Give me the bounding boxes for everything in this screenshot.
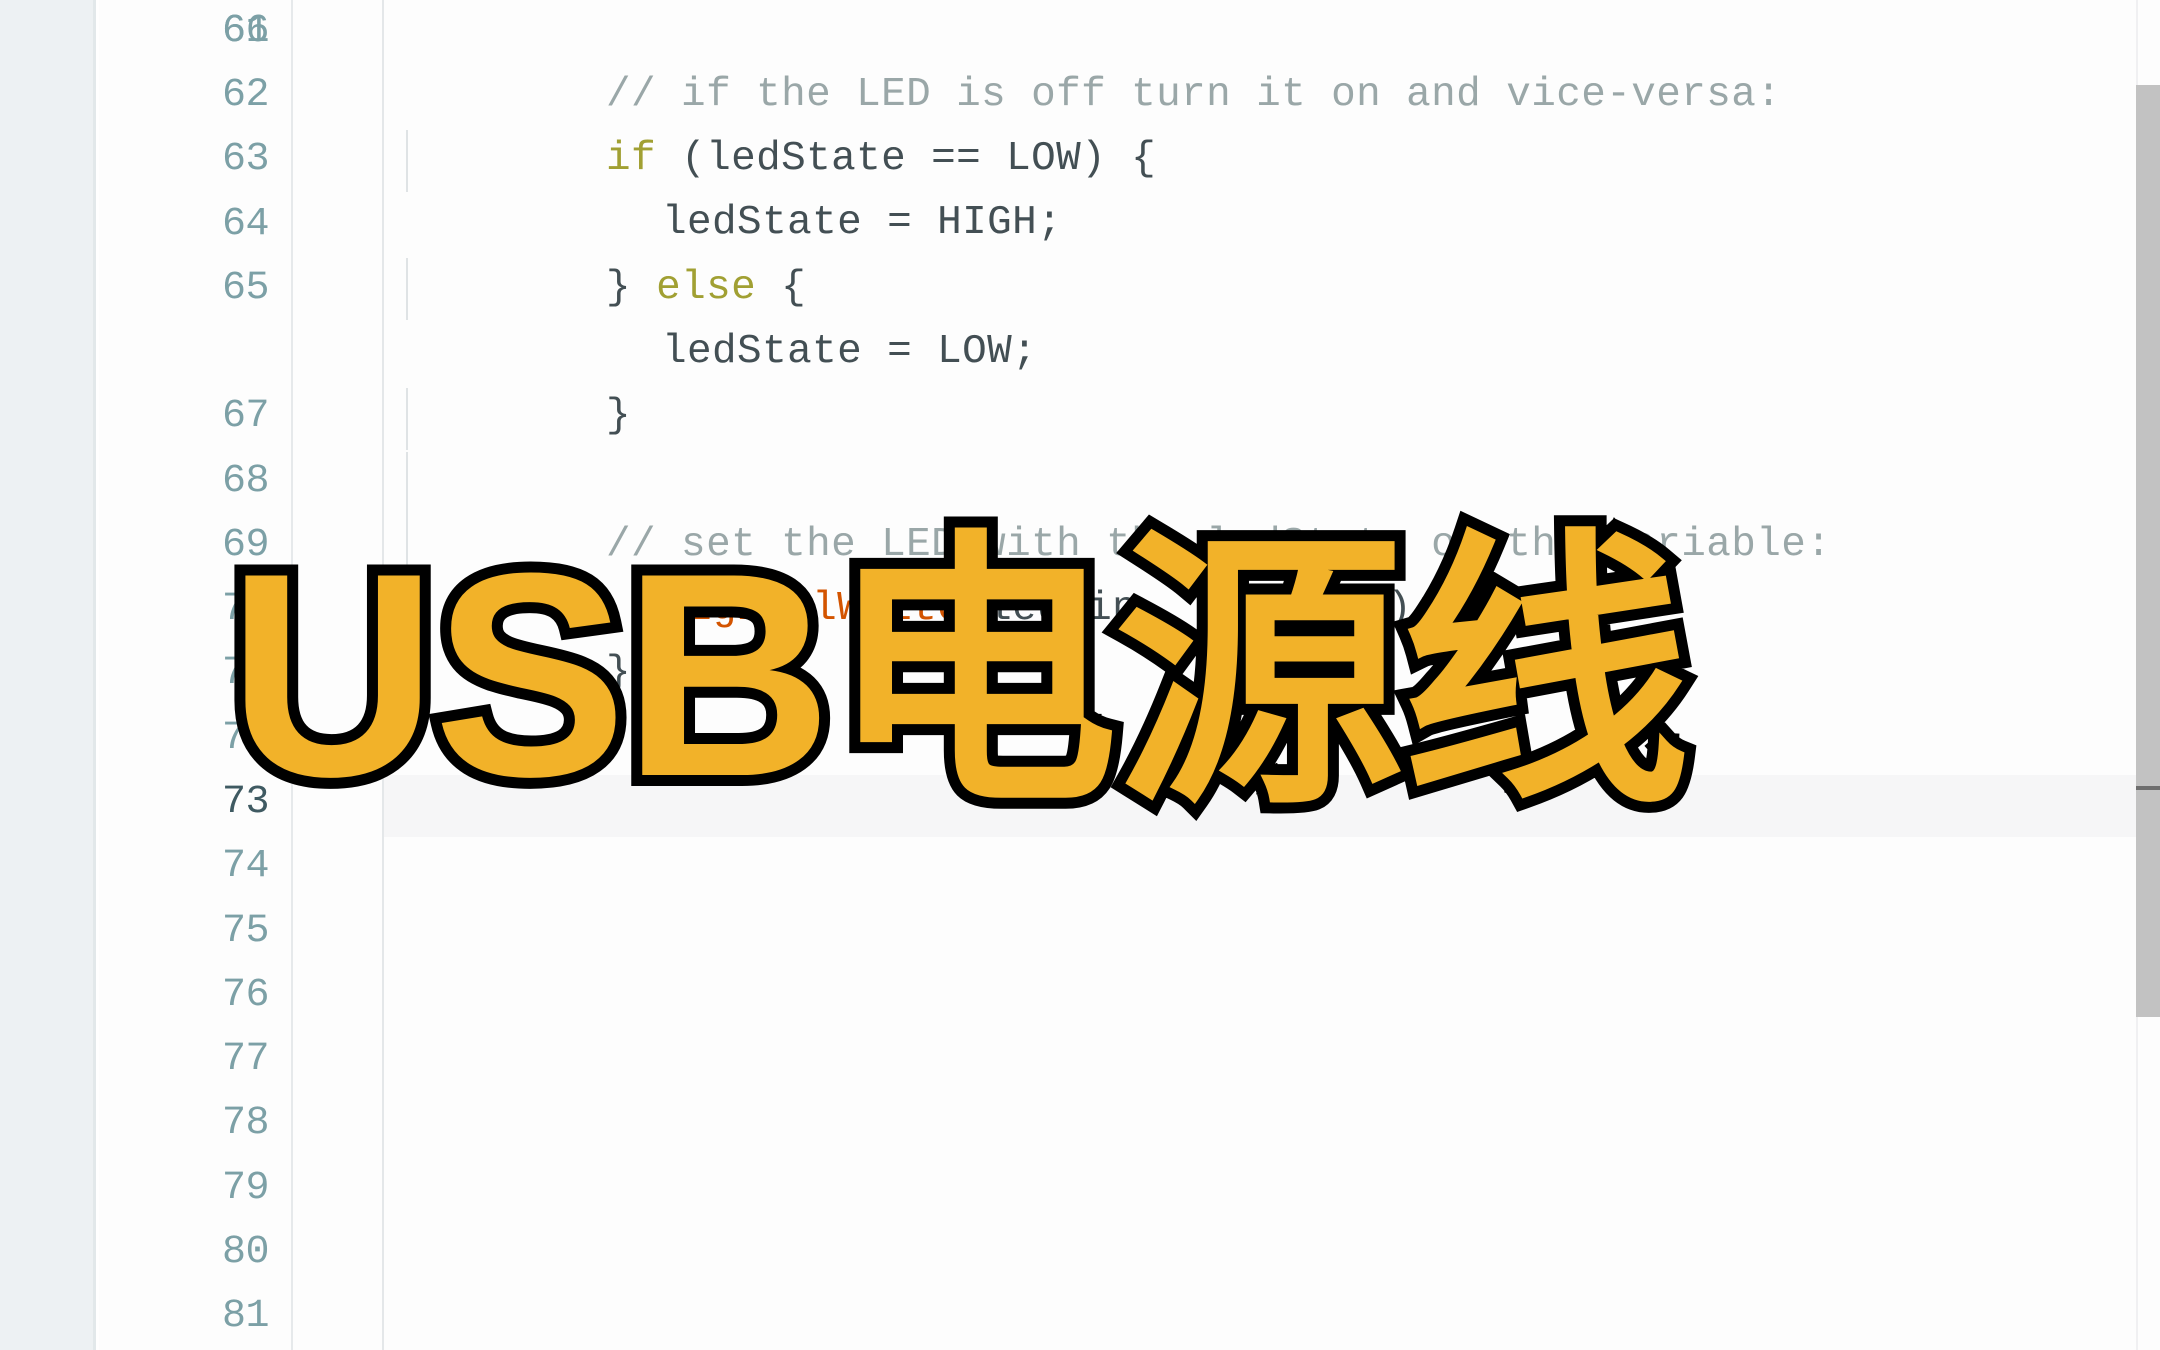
- line-number[interactable]: 76: [99, 964, 291, 1029]
- code-function-digitalwrite: digitalWrite: [662, 585, 963, 632]
- line-number-gutter: 61 62 63 64 65 66 67 68 69 70 71 72 73 7…: [99, 0, 291, 1350]
- code-text: (ledPin, ledState);: [962, 585, 1438, 632]
- line-number[interactable]: 64: [99, 193, 291, 258]
- line-number[interactable]: 81: [99, 1285, 291, 1350]
- line-number[interactable]: 67: [99, 385, 291, 450]
- line-number-current[interactable]: 73: [99, 771, 291, 836]
- line-number[interactable]: 70: [99, 578, 291, 643]
- code-line[interactable]: // if the LED is off turn it on and vice…: [406, 0, 1781, 118]
- code-text: }: [606, 392, 632, 439]
- code-line[interactable]: ledState = HIGH;: [462, 126, 1062, 246]
- code-line[interactable]: }: [406, 576, 631, 696]
- code-line[interactable]: if (ledState == LOW) {: [406, 62, 1156, 182]
- scrollbar-cursor-marker: [2136, 786, 2160, 790]
- gutter-separator-primary: [291, 0, 293, 1350]
- line-number[interactable]: 75: [99, 900, 291, 965]
- vertical-scrollbar-track[interactable]: [2136, 0, 2160, 1350]
- left-panel-strip: [0, 0, 96, 1350]
- code-text: }: [606, 649, 632, 696]
- line-number[interactable]: 74: [99, 835, 291, 900]
- line-number[interactable]: 79: [99, 1157, 291, 1222]
- vertical-scrollbar-thumb[interactable]: [2136, 85, 2160, 1017]
- line-number[interactable]: 72: [99, 707, 291, 772]
- line-number[interactable]: 66: [99, 0, 291, 65]
- code-text: ledState = LOW;: [662, 328, 1038, 375]
- line-number[interactable]: 78: [99, 1092, 291, 1157]
- code-editor[interactable]: 61 62 63 64 65 66 67 68 69 70 71 72 73 7…: [99, 0, 2160, 1350]
- line-number[interactable]: 69: [99, 514, 291, 579]
- line-number[interactable]: 63: [99, 128, 291, 193]
- line-number[interactable]: 80: [99, 1221, 291, 1286]
- code-text-layer[interactable]: // if the LED is off turn it on and vice…: [384, 0, 2160, 1350]
- code-line[interactable]: // set the LED with the ledState of the …: [406, 448, 1831, 568]
- line-number[interactable]: 71: [99, 642, 291, 707]
- line-number[interactable]: 68: [99, 450, 291, 515]
- line-number[interactable]: 65: [99, 257, 291, 322]
- screen-root: 61 62 63 64 65 66 67 68 69 70 71 72 73 7…: [0, 0, 2160, 1350]
- code-line[interactable]: }: [406, 319, 631, 439]
- code-line[interactable]: ledState = LOW;: [462, 255, 1037, 375]
- code-line[interactable]: } else {: [406, 191, 806, 311]
- code-line[interactable]: digitalWrite(ledPin, ledState);: [462, 512, 1437, 632]
- line-number[interactable]: 62: [99, 64, 291, 129]
- line-number[interactable]: 77: [99, 1028, 291, 1093]
